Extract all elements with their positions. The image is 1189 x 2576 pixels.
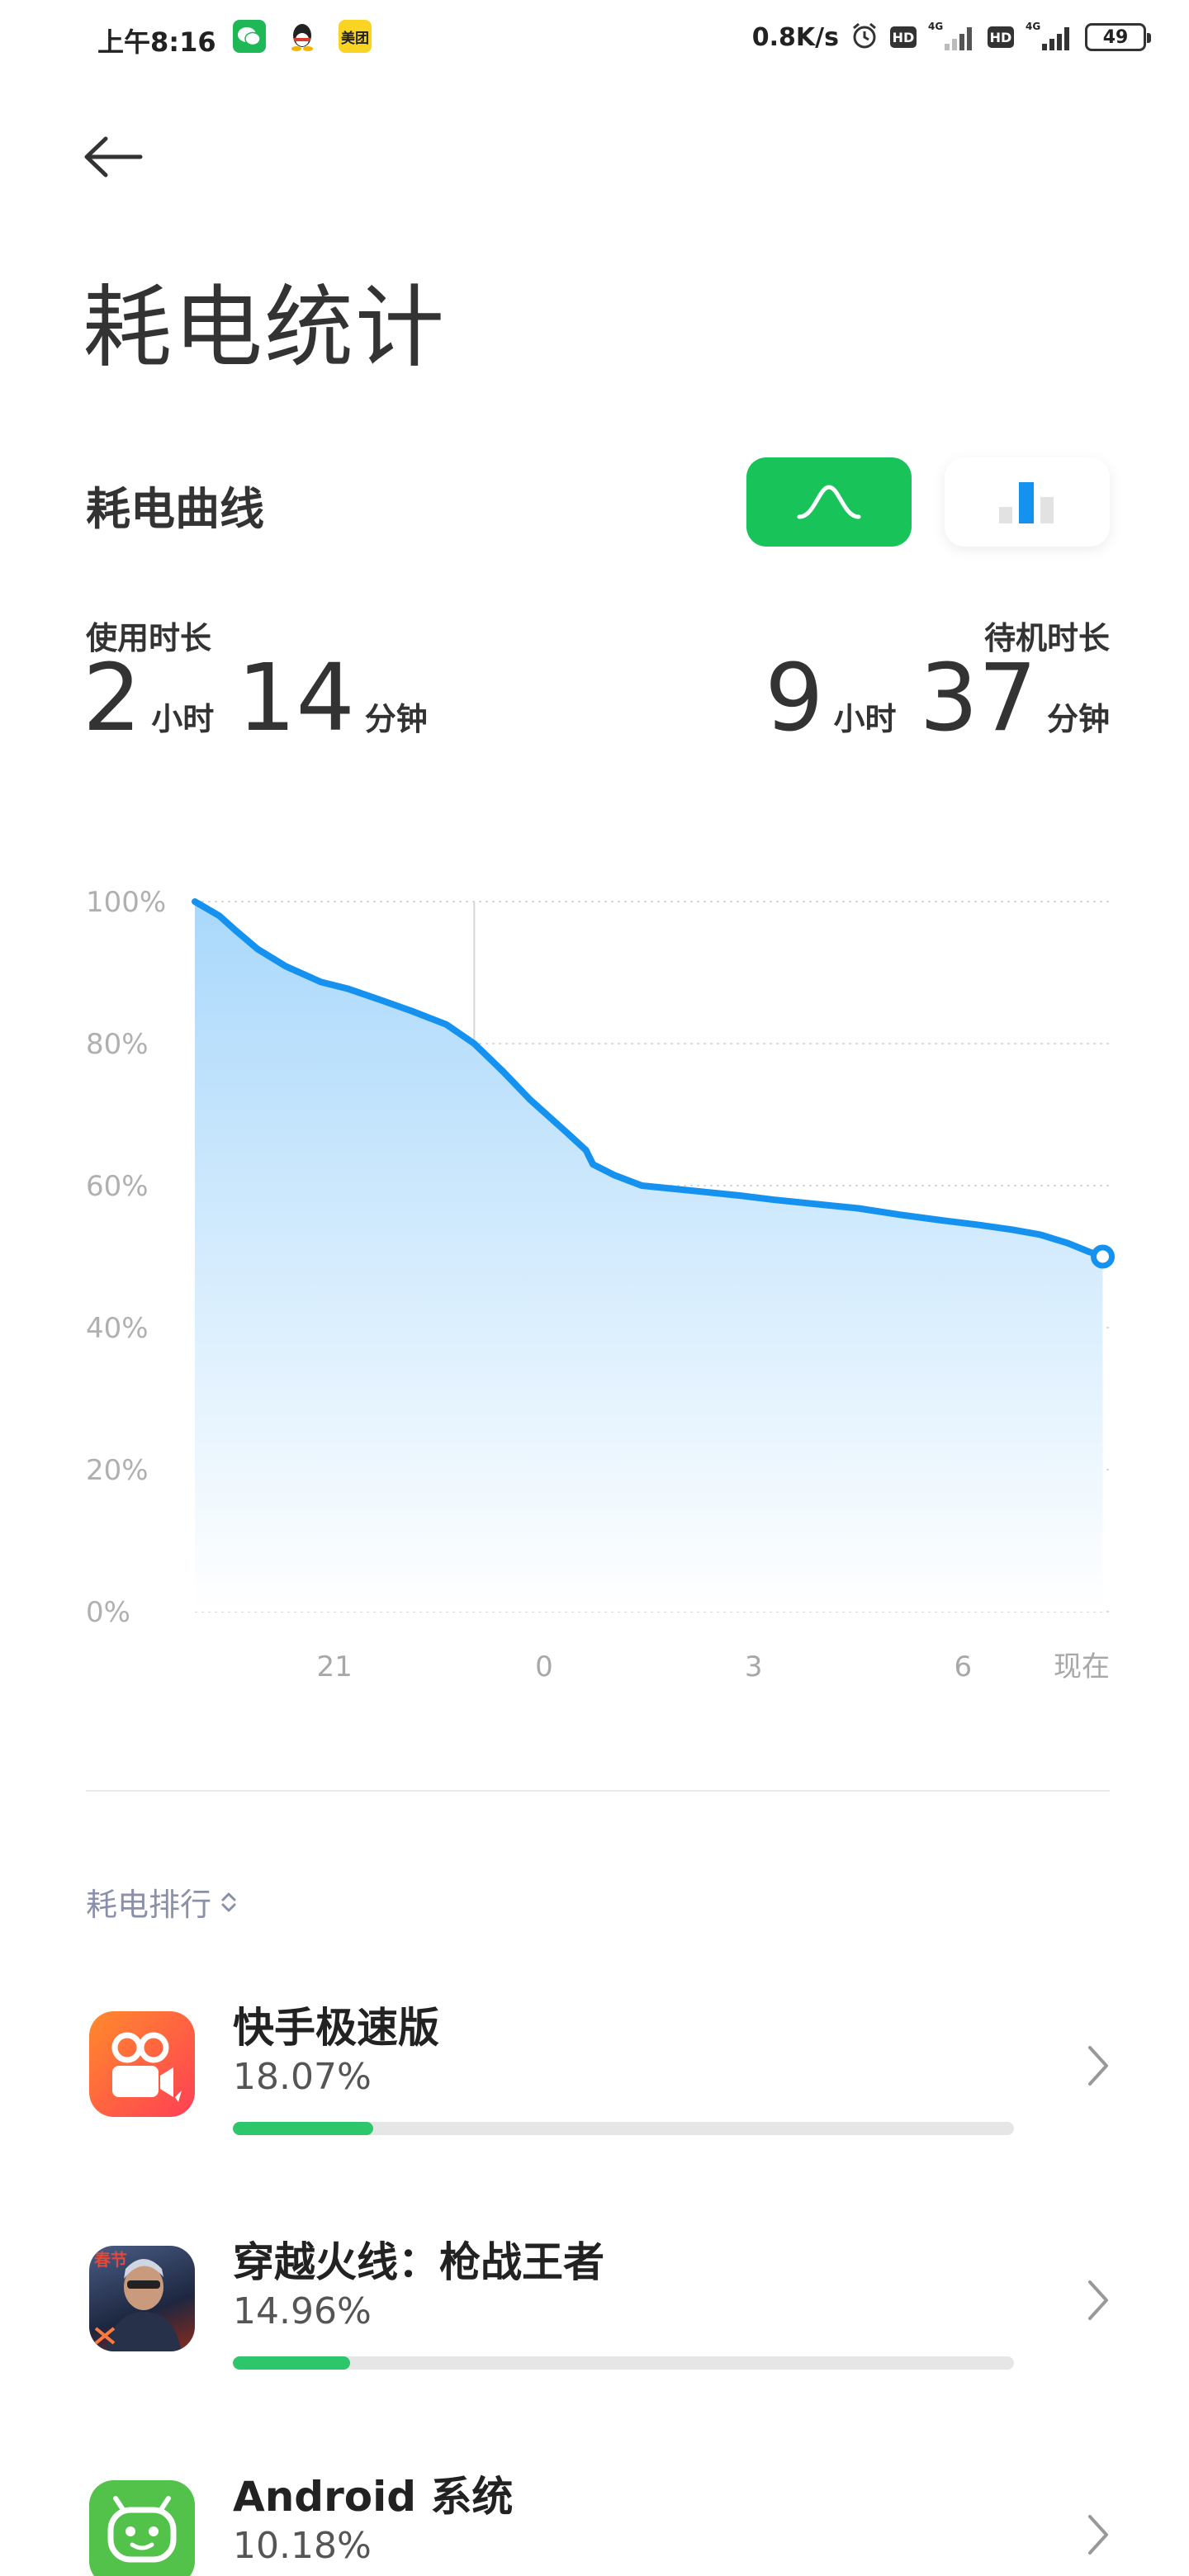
crossfire-icon: 春节	[89, 2246, 195, 2351]
battery-indicator: 49	[1085, 23, 1151, 51]
standby-duration-value: 9 小时 37 分钟	[765, 652, 1110, 745]
qq-icon	[286, 20, 319, 53]
net-speed: 0.8K/s	[751, 22, 839, 52]
hd-badge-2: HD	[988, 26, 1014, 48]
chevron-right-icon	[1088, 2046, 1108, 2086]
meituan-icon: 美团	[339, 20, 372, 53]
usage-duration-value: 2 小时 14 分钟	[83, 652, 428, 745]
y-tick-label: 100%	[86, 886, 166, 919]
ranking-sort-label: 耗电排行	[86, 1887, 212, 1923]
status-time: 上午8:16	[97, 26, 216, 58]
sort-chevrons-icon	[221, 1892, 236, 1911]
x-tick-label: 现在	[1054, 1650, 1110, 1683]
battery-area	[195, 902, 1103, 1612]
kuaishou-icon	[89, 2011, 195, 2117]
battery-curve-chart[interactable]: 100% 80% 60% 40% 20% 0% 21 0 3 6 现在	[0, 875, 1189, 1684]
y-tick-label: 20%	[86, 1454, 149, 1487]
x-tick-label: 0	[535, 1650, 553, 1683]
section-title-curve: 耗电曲线	[86, 483, 264, 535]
y-tick-label: 80%	[86, 1028, 149, 1061]
status-bar: 上午8:16 美团 0.8K/s HD 4G HD 4G 49	[0, 0, 1189, 76]
chevron-right-icon	[1088, 2280, 1108, 2320]
app-name: 快手极速版	[233, 2004, 439, 2052]
standby-hours: 9	[765, 645, 824, 752]
app-item-kuaishou[interactable]: 快手极速版 18.07%	[0, 1982, 1189, 2163]
standby-hours-unit: 小时	[833, 701, 897, 737]
app-usage-fill	[233, 2356, 350, 2370]
app-item-android-system[interactable]: Android 系统 10.18%	[0, 2451, 1189, 2576]
y-tick-label: 60%	[86, 1170, 149, 1203]
signal-icon-1: 4G	[928, 21, 976, 54]
ranking-sort-toggle[interactable]: 耗电排行	[86, 1879, 238, 1925]
app-usage-bar	[233, 2122, 1014, 2135]
section-divider	[86, 1790, 1110, 1792]
usage-hours: 2	[83, 645, 142, 752]
x-tick-label: 3	[745, 1650, 763, 1683]
app-percent: 14.96%	[233, 2290, 372, 2332]
android-icon	[89, 2480, 195, 2576]
usage-minutes-unit: 分钟	[364, 701, 428, 737]
chevron-right-icon	[1088, 2515, 1108, 2555]
signal-icon-2: 4G	[1026, 21, 1073, 54]
status-right-group: 0.8K/s HD 4G HD 4G 49	[751, 18, 1151, 56]
app-percent: 10.18%	[233, 2525, 372, 2567]
wave-icon	[797, 485, 861, 519]
arrow-left-icon	[84, 136, 143, 178]
hd-badge-1: HD	[890, 26, 917, 48]
x-tick-label: 6	[955, 1650, 973, 1683]
alarm-icon	[850, 21, 879, 53]
y-tick-label: 40%	[86, 1312, 149, 1345]
chart-svg: 100% 80% 60% 40% 20% 0% 21 0 3 6 现在	[86, 886, 1116, 1683]
app-item-crossfire[interactable]: 春节 穿越火线：枪战王者 14.96%	[0, 2216, 1189, 2398]
wechat-icon	[233, 20, 266, 53]
svg-text:春节: 春节	[93, 2250, 127, 2270]
toggle-curve-view[interactable]	[746, 457, 912, 547]
y-tick-label: 0%	[86, 1596, 130, 1629]
x-tick-label: 21	[317, 1650, 353, 1683]
current-point-marker	[1091, 1244, 1116, 1269]
app-name: Android 系统	[233, 2473, 514, 2521]
app-usage-bar	[233, 2356, 1014, 2370]
standby-minutes-unit: 分钟	[1046, 701, 1110, 737]
usage-hours-unit: 小时	[151, 701, 215, 737]
bar-chart-icon	[999, 482, 1054, 523]
page-title: 耗电统计	[83, 277, 447, 380]
app-usage-fill	[233, 2122, 374, 2135]
app-name: 穿越火线：枪战王者	[233, 2238, 604, 2286]
toggle-bar-view[interactable]	[945, 457, 1110, 547]
back-button[interactable]	[83, 124, 149, 190]
usage-minutes: 14	[237, 645, 355, 752]
app-percent: 18.07%	[233, 2056, 372, 2098]
standby-minutes: 37	[919, 645, 1037, 752]
